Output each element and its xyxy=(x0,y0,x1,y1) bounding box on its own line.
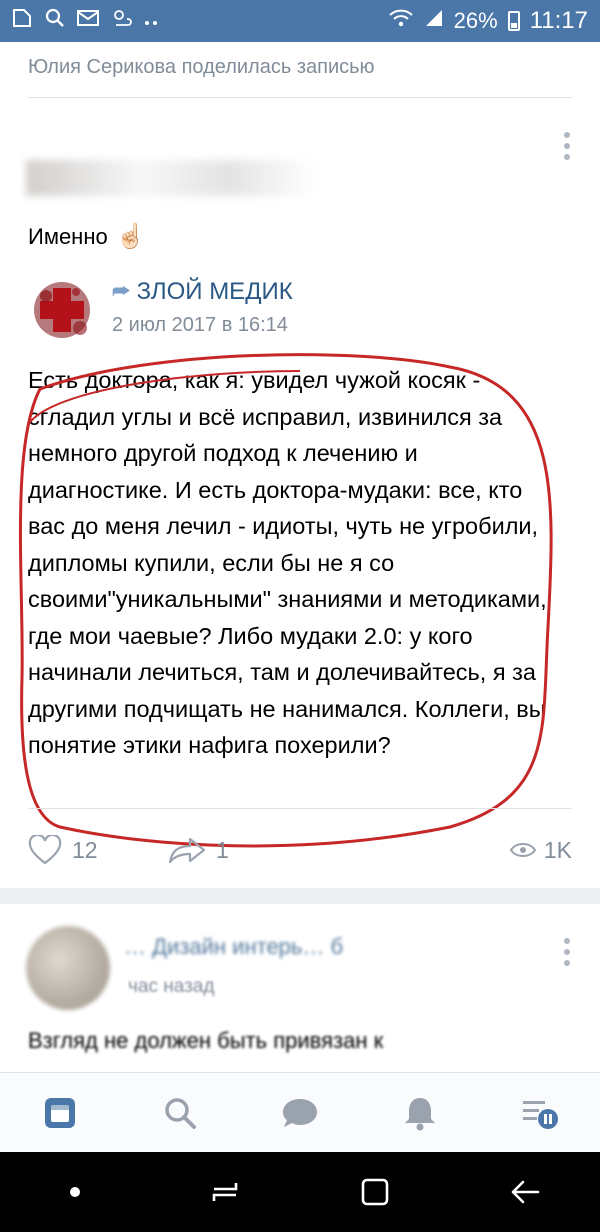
post-time[interactable]: час назад xyxy=(128,976,214,998)
post-author-name[interactable]: … Дизайн интерь… б xyxy=(124,934,484,964)
share-arrow-icon xyxy=(168,837,206,864)
feed-post-card-2: … Дизайн интерь… б час назад Взгляд не д… xyxy=(0,904,600,1084)
tab-notifications[interactable] xyxy=(390,1083,450,1143)
bottom-navigation xyxy=(0,1072,600,1153)
repost-date[interactable]: 2 июл 2017 в 16:14 xyxy=(112,314,288,337)
menu-icon xyxy=(523,1101,558,1129)
system-dot-button[interactable] xyxy=(45,1162,105,1222)
search-icon xyxy=(165,1098,196,1129)
heart-icon xyxy=(28,835,62,865)
more-status-icon xyxy=(144,8,160,34)
tab-menu[interactable] xyxy=(510,1083,570,1143)
views-counter: 1K xyxy=(509,836,572,864)
repost-author-name[interactable]: ЗЛОЙ МЕДИК xyxy=(137,278,293,306)
weather-icon xyxy=(110,7,134,35)
like-button[interactable]: 12 xyxy=(28,835,168,865)
notifications-icon xyxy=(405,1098,435,1131)
shared-by-label[interactable]: Юлия Серикова поделилась записью xyxy=(28,56,375,79)
signal-icon xyxy=(424,8,444,34)
repost-source[interactable]: ⮫ ЗЛОЙ МЕДИК xyxy=(112,278,293,306)
back-button[interactable] xyxy=(495,1162,555,1222)
post-text: Именно ☝🏻 xyxy=(28,222,146,251)
like-count: 12 xyxy=(72,836,98,863)
feed-post-card: Юлия Серикова поделилась записью Именно … xyxy=(0,42,600,888)
wifi-icon xyxy=(388,8,414,34)
recent-apps-button[interactable] xyxy=(195,1162,255,1222)
eye-icon xyxy=(509,843,536,857)
divider xyxy=(28,808,572,809)
dot-icon xyxy=(70,1187,80,1197)
messages-icon xyxy=(283,1099,317,1127)
pointing-up-emoji-icon: ☝🏻 xyxy=(115,223,146,250)
post-text: Взгляд не должен быть привязан к xyxy=(28,1028,384,1053)
clock: 11:17 xyxy=(529,7,588,34)
post-text-label: Именно xyxy=(28,223,108,249)
divider xyxy=(28,97,572,98)
share-button[interactable]: 1 xyxy=(168,836,268,864)
repost-body-text: Есть доктора, как я: увидел чужой косяк … xyxy=(28,367,547,758)
post-menu-button[interactable] xyxy=(564,132,570,160)
battery-percent: 26% xyxy=(453,8,498,33)
tab-messages[interactable] xyxy=(270,1083,330,1143)
post-menu-button[interactable] xyxy=(564,938,570,966)
news-icon xyxy=(45,1098,75,1128)
back-arrow-icon xyxy=(511,1180,540,1204)
sim-icon xyxy=(12,7,34,35)
home-icon xyxy=(361,1178,389,1206)
repost-arrow-icon: ⮫ xyxy=(112,280,131,303)
status-bar: 26% 11:17 xyxy=(0,0,600,42)
recent-apps-icon xyxy=(212,1183,238,1201)
views-count: 1K xyxy=(543,836,572,863)
repost-avatar[interactable] xyxy=(26,274,98,346)
share-count: 1 xyxy=(216,836,229,863)
battery-icon xyxy=(507,11,520,31)
status-right: 26% 11:17 xyxy=(388,7,588,35)
home-button[interactable] xyxy=(345,1162,405,1222)
author-header-blurred[interactable] xyxy=(26,160,316,196)
tab-search[interactable] xyxy=(150,1083,210,1143)
search-status-icon xyxy=(44,7,66,35)
status-left xyxy=(12,7,160,35)
system-navigation-bar xyxy=(0,1152,600,1232)
avatar[interactable] xyxy=(26,926,110,1010)
mail-icon xyxy=(76,8,100,34)
post-actions: 12 1 1K xyxy=(28,830,572,870)
tab-news[interactable] xyxy=(30,1083,90,1143)
